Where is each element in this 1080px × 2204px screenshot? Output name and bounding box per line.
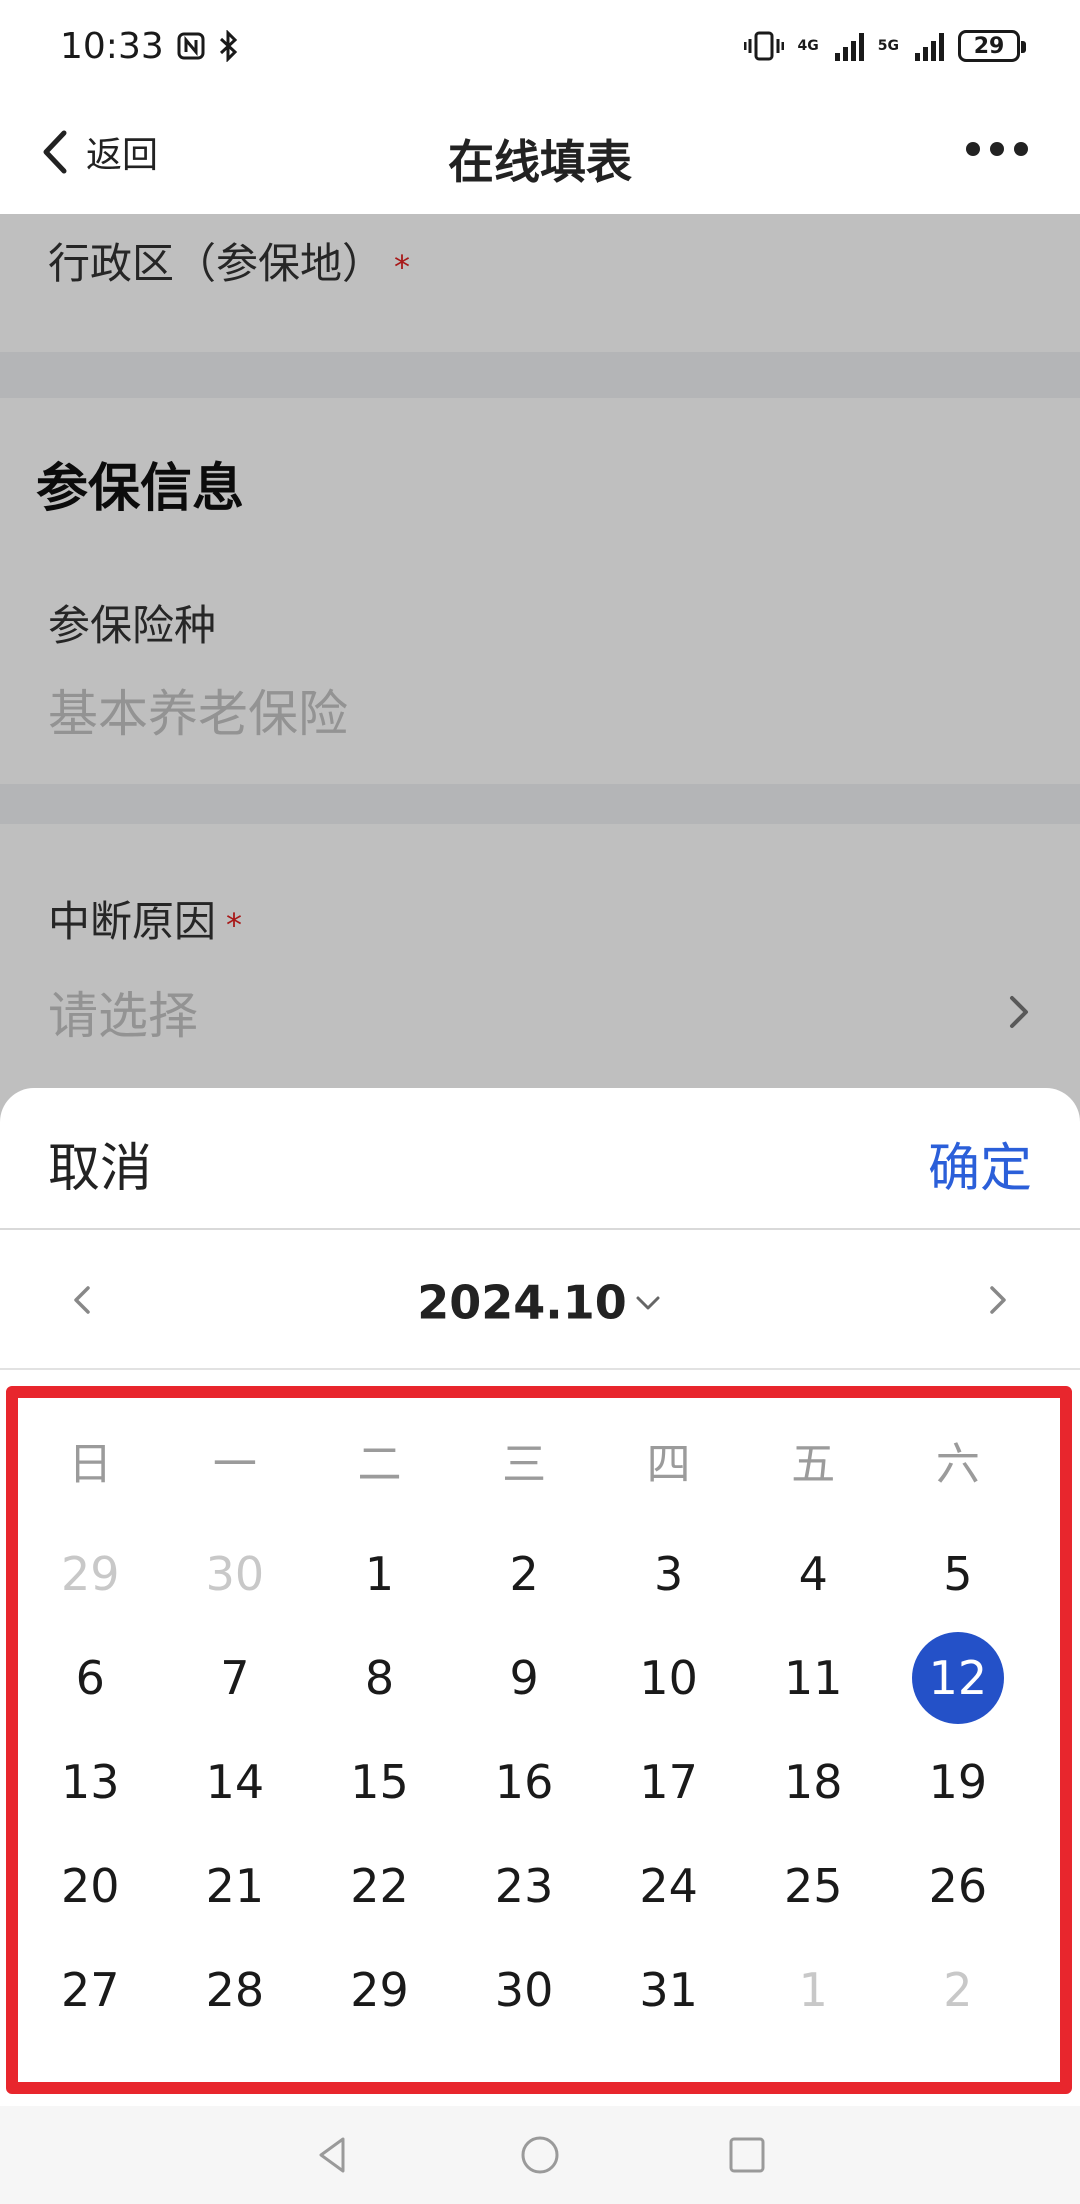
calendar-day[interactable]: 25 (741, 1838, 886, 1934)
page: 10:33 4G 5G 29 返回 在线填表 行政区（参保地） * 参保信息 参… (0, 0, 1080, 2204)
weekday-label: 五 (791, 1439, 836, 1490)
calendar-day-outside[interactable]: 30 (163, 1526, 308, 1622)
calendar-day-selected[interactable]: 12 (886, 1630, 1031, 1726)
status-bar: 10:33 4G 5G 29 (0, 0, 1080, 92)
page-title: 在线填表 (448, 135, 632, 189)
recents-square-icon[interactable] (725, 2133, 769, 2177)
bluetooth-icon (219, 30, 237, 62)
calendar-day[interactable]: 20 (18, 1838, 163, 1934)
calendar-week-row: 13 14 15 16 17 18 19 (18, 1734, 1060, 1830)
nfc-icon (177, 32, 205, 60)
picker-header: 取消 确定 (0, 1088, 1080, 1230)
calendar-day[interactable]: 27 (18, 1942, 163, 2038)
calendar-day[interactable]: 19 (886, 1734, 1031, 1830)
month-dropdown[interactable]: 2024.10 (0, 1272, 1080, 1330)
signal-icon-2 (915, 31, 944, 61)
network-4g-label: 4G (797, 38, 819, 54)
calendar-day[interactable]: 28 (163, 1942, 308, 2038)
calendar-day[interactable]: 22 (307, 1838, 452, 1934)
calendar-day[interactable]: 30 (452, 1942, 597, 2038)
status-right: 4G 5G 29 (743, 30, 1026, 62)
calendar-day[interactable]: 8 (307, 1630, 452, 1726)
calendar-day[interactable]: 3 (596, 1526, 741, 1622)
calendar-day[interactable]: 9 (452, 1630, 597, 1726)
system-nav-bar (0, 2106, 1080, 2204)
date-picker-sheet: 取消 确定 2024.10 日 一 二 三 四 五 六 29 30 1 2 3 … (0, 1088, 1080, 2204)
battery-icon: 29 (958, 30, 1026, 62)
calendar-day[interactable]: 5 (886, 1526, 1031, 1622)
calendar-day[interactable]: 10 (596, 1630, 741, 1726)
calendar-day[interactable]: 29 (307, 1942, 452, 2038)
status-time: 10:33 (60, 25, 164, 67)
month-label: 2024.10 (417, 1275, 627, 1330)
calendar-week-row: 27 28 29 30 31 1 2 (18, 1942, 1060, 2038)
calendar-day[interactable]: 2 (452, 1526, 597, 1622)
calendar-day[interactable]: 17 (596, 1734, 741, 1830)
calendar-week-row: 20 21 22 23 24 25 26 (18, 1838, 1060, 1934)
chevron-down-icon (636, 1296, 660, 1309)
calendar-week-row: 29 30 1 2 3 4 5 (18, 1526, 1060, 1622)
weekday-label: 四 (646, 1439, 691, 1490)
weekday-header: 日 一 二 三 四 五 六 (18, 1412, 1060, 1508)
calendar-day[interactable]: 13 (18, 1734, 163, 1830)
weekday-label: 一 (212, 1439, 257, 1490)
network-5g-label: 5G (877, 38, 899, 54)
month-selector: 2024.10 (0, 1230, 1080, 1370)
calendar-day[interactable]: 18 (741, 1734, 886, 1830)
cancel-button[interactable]: 取消 (48, 1126, 152, 1201)
calendar-day-outside[interactable]: 1 (741, 1942, 886, 2038)
status-left: 10:33 (60, 26, 240, 67)
calendar-grid: 日 一 二 三 四 五 六 29 30 1 2 3 4 5 6 7 8 9 10… (6, 1386, 1072, 2094)
calendar-day[interactable]: 7 (163, 1630, 308, 1726)
calendar-day[interactable]: 4 (741, 1526, 886, 1622)
calendar-day[interactable]: 16 (452, 1734, 597, 1830)
selected-day-marker: 12 (911, 1632, 1004, 1724)
home-circle-icon[interactable] (518, 2133, 562, 2177)
calendar-day[interactable]: 21 (163, 1838, 308, 1934)
calendar-day[interactable]: 26 (886, 1838, 1031, 1934)
calendar-day-outside[interactable]: 29 (18, 1526, 163, 1622)
vibrate-icon (743, 31, 784, 61)
confirm-button[interactable]: 确定 (928, 1126, 1032, 1201)
weekday-label: 六 (935, 1439, 980, 1490)
next-month-icon[interactable] (984, 1280, 1012, 1320)
weekday-label: 日 (68, 1439, 113, 1490)
signal-icon (834, 31, 864, 61)
calendar-day[interactable]: 6 (18, 1630, 163, 1726)
calendar-day[interactable]: 23 (452, 1838, 597, 1934)
calendar-day[interactable]: 14 (163, 1734, 308, 1830)
calendar-day-outside[interactable]: 2 (886, 1942, 1031, 2038)
calendar-day[interactable]: 24 (596, 1838, 741, 1934)
calendar-day[interactable]: 31 (596, 1942, 741, 2038)
back-triangle-icon[interactable] (311, 2133, 355, 2177)
more-icon[interactable] (966, 142, 1028, 156)
battery-level: 29 (973, 33, 1005, 59)
calendar-day[interactable]: 1 (307, 1526, 452, 1622)
weekday-label: 三 (502, 1439, 547, 1490)
calendar-day[interactable]: 15 (307, 1734, 452, 1830)
nav-header: 返回 在线填表 (0, 92, 1080, 214)
calendar-day[interactable]: 11 (741, 1630, 886, 1726)
calendar-week-row: 6 7 8 9 10 11 12 (18, 1630, 1060, 1726)
weekday-label: 二 (357, 1439, 402, 1490)
